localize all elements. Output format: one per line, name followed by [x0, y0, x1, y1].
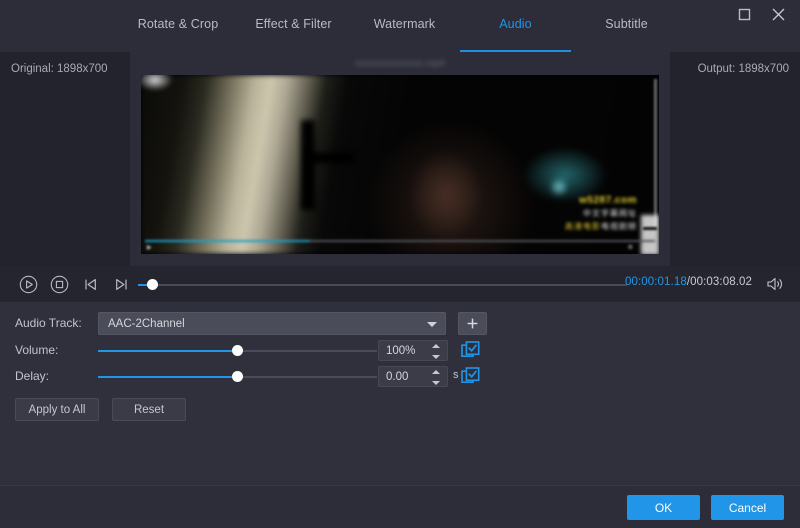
volume-value-field[interactable]: 100% [378, 340, 448, 361]
play-icon[interactable] [16, 272, 40, 296]
tab-label: Watermark [374, 16, 436, 31]
delay-handle[interactable] [232, 371, 243, 382]
embedded-player-bar: ▶ ⚙ □ [141, 240, 659, 250]
volume-label: Volume: [15, 343, 58, 357]
video-watermark: w5287.com 中文字幕网址 高清电影电视剧频 [565, 195, 637, 232]
current-time: 00:00:01.18 [625, 276, 687, 288]
plus-icon [466, 317, 479, 330]
tab-label: Subtitle [605, 16, 648, 31]
next-frame-icon[interactable] [109, 272, 133, 296]
video-frame-shape [643, 227, 657, 230]
output-resolution-label: Output: 1898x700 [698, 63, 789, 75]
previous-frame-icon[interactable] [78, 272, 102, 296]
video-preview[interactable]: w5287.com 中文字幕网址 高清电影电视剧频 ▶ ⚙ □ [141, 75, 659, 254]
playback-buttons [16, 272, 133, 296]
progress-handle[interactable] [147, 279, 158, 290]
audio-settings-panel: Audio Track: AAC-2Channel Volume: 100% [0, 302, 800, 485]
ok-button[interactable]: OK [627, 495, 700, 520]
tab-watermark[interactable]: Watermark [349, 16, 460, 52]
embedded-fill [145, 240, 310, 242]
title-bar: Rotate & Crop Effect & Filter Watermark … [0, 0, 800, 52]
tab-label: Audio [499, 16, 531, 31]
video-filename: xxxxxxxxxxxxxx.mp4 [130, 56, 670, 70]
delay-value-field[interactable]: 0.00 [378, 366, 448, 387]
watermark-line-1: w5287.com [565, 195, 637, 206]
tab-label: Effect & Filter [255, 16, 331, 31]
cancel-button[interactable]: Cancel [711, 495, 784, 520]
reset-button[interactable]: Reset [112, 398, 186, 421]
audio-track-label: Audio Track: [15, 316, 82, 330]
stepper-up-icon[interactable] [432, 370, 440, 374]
video-filename-text: xxxxxxxxxxxxxx.mp4 [355, 58, 445, 68]
stepper-down-icon[interactable] [432, 381, 440, 385]
playback-control-bar: 00:00:01.18/00:03:08.02 [0, 266, 800, 302]
original-resolution-label: Original: 1898x700 [11, 63, 108, 75]
volume-stepper[interactable] [432, 343, 442, 360]
stepper-down-icon[interactable] [432, 355, 440, 359]
playback-progress-slider[interactable] [138, 283, 627, 287]
video-panel: xxxxxxxxxxxxxx.mp4 w5287.com 中文字幕网址 高清电影… [130, 52, 670, 266]
tab-rotate-crop[interactable]: Rotate & Crop [118, 16, 238, 52]
tab-subtitle[interactable]: Subtitle [571, 16, 682, 52]
tab-label: Rotate & Crop [138, 16, 219, 31]
delay-value: 0.00 [379, 371, 408, 383]
audio-track-value: AAC-2Channel [99, 318, 185, 330]
watermark-line-2: 中文字幕网址 [565, 208, 637, 219]
watermark-line-3-white: 电视剧频 [601, 222, 637, 231]
volume-row: Volume: 100% [0, 340, 800, 362]
speaker-icon[interactable] [765, 275, 785, 293]
embedded-settings-icon: ⚙ [628, 244, 633, 251]
delay-unit-label: s [453, 369, 459, 381]
tab-effect-filter[interactable]: Effect & Filter [238, 16, 349, 52]
delay-apply-to-all-icon[interactable] [461, 367, 480, 386]
watermark-line-3: 高清电影电视剧频 [565, 221, 637, 232]
preview-area: Original: 1898x700 Output: 1898x700 xxxx… [0, 52, 800, 266]
embedded-play-icon: ▶ [147, 244, 152, 251]
video-frame-shape [654, 79, 657, 229]
chevron-down-icon [427, 322, 437, 327]
audio-settings-dialog: Rotate & Crop Effect & Filter Watermark … [0, 0, 800, 528]
stop-icon[interactable] [47, 272, 71, 296]
total-time: /00:03:08.02 [687, 276, 752, 288]
volume-slider[interactable] [98, 349, 377, 353]
delay-label: Delay: [15, 369, 49, 383]
volume-value: 100% [379, 345, 415, 357]
watermark-line-3-yellow: 高清电影 [565, 222, 601, 231]
delay-row: Delay: 0.00 s [0, 366, 800, 388]
progress-track [138, 284, 627, 286]
delay-slider[interactable] [98, 375, 377, 379]
video-frame-shape [301, 120, 315, 210]
dialog-footer: OK Cancel [0, 485, 800, 528]
apply-to-all-button[interactable]: Apply to All [15, 398, 99, 421]
tab-bar: Rotate & Crop Effect & Filter Watermark … [0, 16, 800, 52]
panel-action-buttons: Apply to All Reset [15, 398, 186, 421]
volume-handle[interactable] [232, 345, 243, 356]
tab-audio[interactable]: Audio [460, 16, 571, 52]
add-audio-track-button[interactable] [458, 312, 487, 335]
video-frame-highlight [141, 75, 173, 91]
volume-fill [98, 350, 238, 352]
delay-stepper[interactable] [432, 369, 442, 386]
video-frame-shape [309, 153, 354, 163]
delay-fill [98, 376, 238, 378]
embedded-fullscreen-icon: □ [641, 245, 645, 251]
footer-buttons: OK Cancel [627, 495, 784, 520]
volume-apply-to-all-icon[interactable] [461, 341, 480, 360]
stepper-up-icon[interactable] [432, 344, 440, 348]
timecode-display: 00:00:01.18/00:03:08.02 [625, 276, 752, 288]
audio-track-dropdown[interactable]: AAC-2Channel [98, 312, 446, 335]
